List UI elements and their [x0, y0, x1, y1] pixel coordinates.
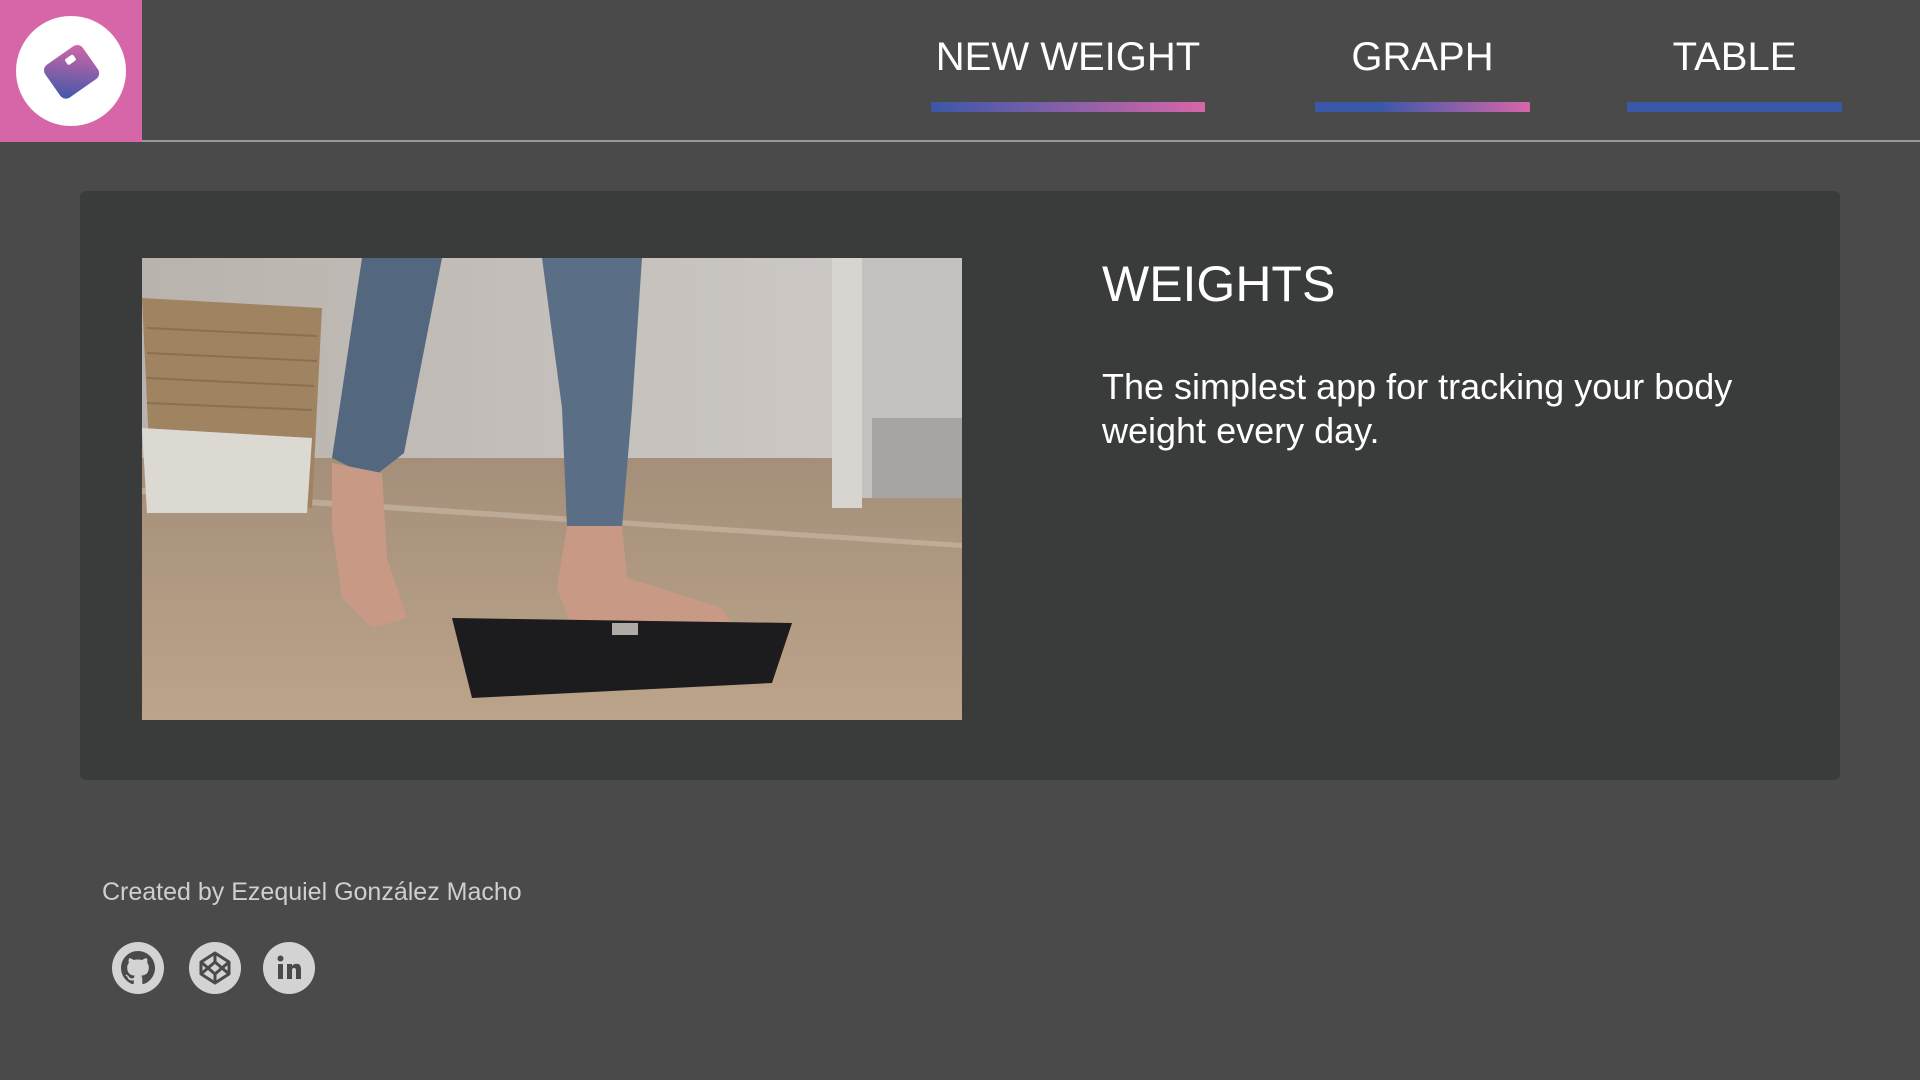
scale-logo-icon [44, 44, 100, 99]
linkedin-link[interactable] [263, 942, 315, 994]
codepen-icon [199, 951, 231, 985]
nav-graph[interactable]: GRAPH [1315, 30, 1530, 112]
hero-card [80, 191, 1840, 780]
nav-table-label: TABLE [1672, 35, 1797, 79]
page-description: The simplest app for tracking your body … [1102, 366, 1733, 451]
codepen-link[interactable] [189, 942, 241, 994]
hero-photo [142, 258, 962, 720]
nav-graph-underline [1315, 102, 1530, 112]
nav-graph-label: GRAPH [1351, 35, 1494, 79]
header: NEW WEIGHT GRAPH TABLE [0, 0, 1920, 142]
logo[interactable] [0, 0, 142, 142]
page-title: WEIGHTS [1102, 256, 1336, 312]
github-icon [121, 951, 155, 985]
footer-credit: Created by Ezequiel González Macho [102, 878, 522, 906]
logo-circle [16, 16, 126, 126]
linkedin-icon [277, 955, 301, 979]
github-link[interactable] [112, 942, 164, 994]
nav-table[interactable]: TABLE [1627, 30, 1842, 112]
nav-new-weight[interactable]: NEW WEIGHT [931, 30, 1205, 112]
nav-new-weight-underline [931, 102, 1205, 112]
nav-new-weight-label: NEW WEIGHT [935, 35, 1201, 79]
feet-on-scale-image [142, 258, 962, 720]
nav-table-underline [1627, 102, 1842, 112]
